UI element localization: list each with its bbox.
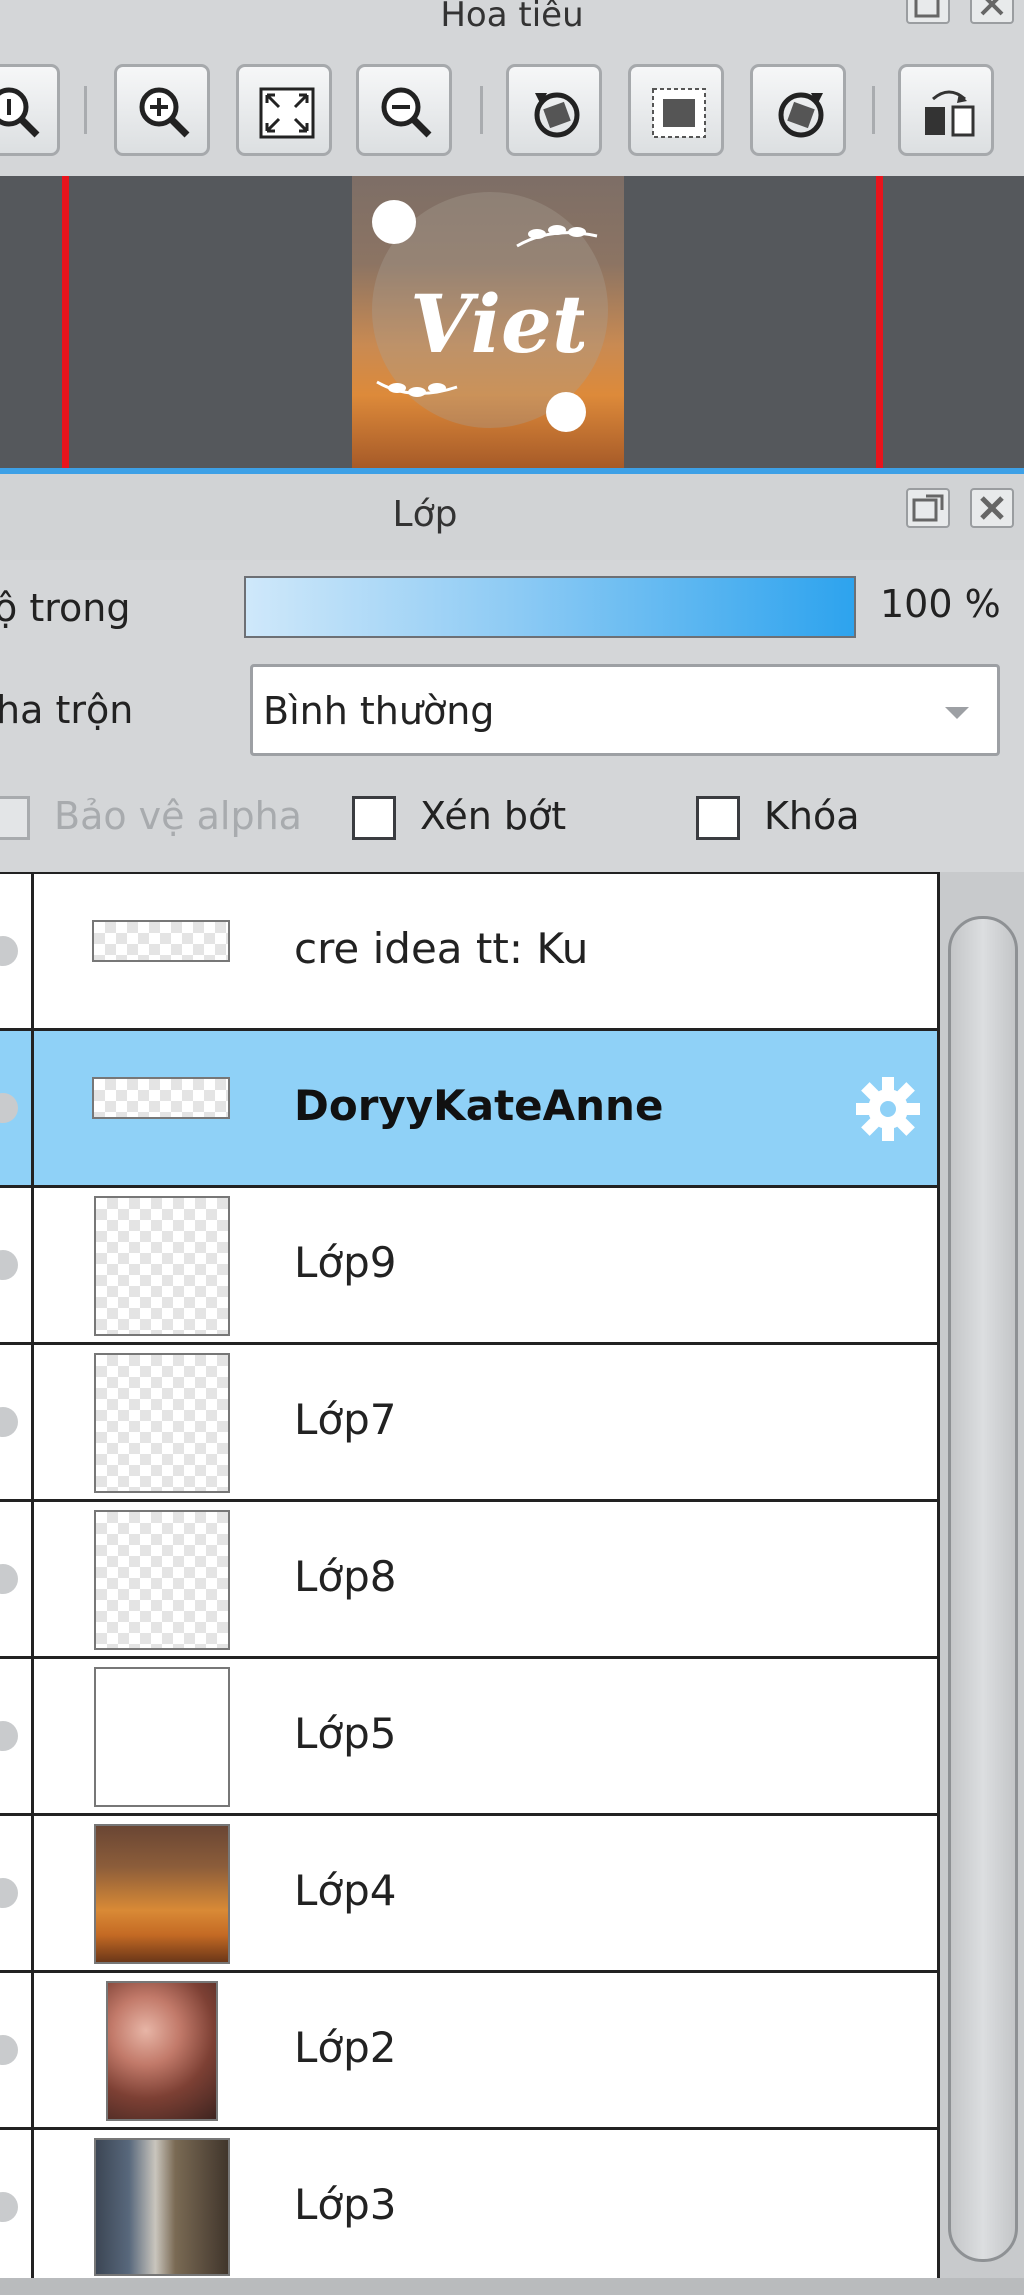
clipping-checkbox[interactable] (352, 796, 396, 840)
eye-icon (0, 1721, 18, 1751)
navigator-title: Hoa tiêu (440, 0, 584, 30)
layer-name: DoryyKateAnne (294, 1081, 664, 1130)
layer-name: Lớp4 (294, 1866, 397, 1915)
layer-thumbnail (106, 1981, 218, 2121)
visibility-toggle[interactable] (0, 1502, 34, 1656)
opacity-slider[interactable] (244, 576, 856, 638)
layer-row[interactable]: Lớp9 (0, 1188, 937, 1345)
layer-thumbnail (94, 1196, 230, 1336)
eye-icon (0, 1093, 18, 1123)
layer-panel-header: Lớp (0, 474, 1024, 560)
layer-row[interactable]: Lớp4 (0, 1816, 937, 1973)
flip-horizontal-button[interactable] (898, 64, 994, 156)
eye-icon (0, 2192, 18, 2222)
opacity-value: 100 % (880, 582, 1001, 626)
layer-panel-title: Lớp (392, 494, 458, 535)
blend-mode-select[interactable]: Bình thường (250, 664, 1000, 756)
close-icon (980, 0, 1004, 16)
layer-thumbnail (94, 2138, 230, 2276)
layer-row[interactable]: cre idea tt: Ku (0, 874, 937, 1031)
opacity-label: ộ trong (0, 586, 131, 630)
eye-icon (0, 1878, 18, 1908)
leaf-ornament-icon (516, 225, 598, 248)
visibility-toggle[interactable] (0, 1031, 34, 1185)
layer-name: cre idea tt: Ku (294, 924, 589, 973)
canvas-thumbnail: Viet (352, 176, 624, 468)
layer-thumbnail (94, 1353, 230, 1493)
navigator-preview[interactable]: Viet (0, 176, 1024, 468)
blend-mode-label: ha trộn (0, 688, 134, 732)
eye-icon (0, 936, 18, 966)
layer-controls: ộ trong 100 % ha trộn Bình thường Bảo vệ… (0, 560, 1024, 860)
zoom-actual-icon (0, 87, 40, 138)
navigator-close-button[interactable] (970, 0, 1014, 24)
layer-name: Lớp5 (294, 1709, 397, 1758)
lock-label: Khóa (764, 794, 860, 838)
navigator-toolbar (0, 30, 1024, 175)
layer-float-button[interactable] (906, 488, 950, 528)
layer-row[interactable]: Lớp7 (0, 1345, 937, 1502)
flip-horizontal-icon (925, 90, 975, 137)
eye-icon (0, 1564, 18, 1594)
zoom-in-icon (139, 87, 190, 138)
rotate-left-button[interactable] (506, 64, 602, 156)
visibility-toggle[interactable] (0, 1659, 34, 1813)
chevron-down-icon (945, 707, 969, 719)
rotate-right-icon (778, 92, 824, 138)
zoom-out-button[interactable] (356, 64, 452, 156)
blend-mode-value: Bình thường (263, 689, 495, 733)
reset-rotation-icon (652, 88, 706, 138)
visibility-toggle[interactable] (0, 1816, 34, 1970)
close-icon (980, 496, 1004, 520)
layer-name: Lớp2 (294, 2023, 397, 2072)
rotate-right-button[interactable] (750, 64, 846, 156)
reset-rotation-button[interactable] (628, 64, 724, 156)
float-panel-icon (914, 0, 940, 18)
layer-name: Lớp3 (294, 2180, 397, 2229)
layer-thumbnail (94, 1510, 230, 1650)
layer-row[interactable]: Lớp8 (0, 1502, 937, 1659)
lock-checkbox[interactable] (696, 796, 740, 840)
rotate-left-icon (534, 92, 580, 138)
protect-alpha-label: Bảo vệ alpha (54, 794, 302, 838)
layer-thumbnail (92, 920, 230, 962)
layer-row[interactable]: Lớp2 (0, 1973, 937, 2130)
view-boundary-right (876, 176, 883, 468)
zoom-in-button[interactable] (114, 64, 210, 156)
layer-row-selected[interactable]: DoryyKateAnne (0, 1031, 937, 1188)
fit-to-window-button[interactable] (236, 64, 332, 156)
zoom-actual-button[interactable] (0, 64, 60, 156)
visibility-toggle[interactable] (0, 874, 34, 1028)
view-boundary-left (62, 176, 69, 468)
layer-thumbnail (94, 1824, 230, 1964)
svg-text:Viet: Viet (410, 277, 584, 371)
layer-close-button[interactable] (970, 488, 1014, 528)
float-panel-icon (912, 494, 944, 522)
zoom-out-icon (381, 87, 432, 138)
layer-list: cre idea tt: Ku DoryyKateAnne Lớp9 Lớp7 … (0, 872, 940, 2280)
layer-row[interactable]: Lớp3 (0, 2130, 937, 2280)
layer-row[interactable]: Lớp5 (0, 1659, 937, 1816)
layer-thumbnail (92, 1077, 230, 1119)
panel-bottom-edge (0, 2278, 1024, 2295)
fit-to-window-icon (259, 87, 315, 139)
visibility-toggle[interactable] (0, 1973, 34, 2127)
protect-alpha-checkbox[interactable] (0, 796, 30, 840)
eye-icon (0, 1250, 18, 1280)
visibility-toggle[interactable] (0, 1345, 34, 1499)
layer-name: Lớp7 (294, 1395, 397, 1444)
clipping-label: Xén bớt (420, 794, 567, 838)
gear-icon[interactable] (852, 1073, 924, 1145)
scrollbar-thumb[interactable] (948, 916, 1018, 2262)
layer-thumbnail (94, 1667, 230, 1807)
preview-lettering: Viet (410, 277, 589, 371)
visibility-toggle[interactable] (0, 1188, 34, 1342)
eye-icon (0, 2035, 18, 2065)
eye-icon (0, 1407, 18, 1437)
navigator-float-button[interactable] (906, 0, 950, 24)
layer-name: Lớp9 (294, 1238, 397, 1287)
layer-list-scrollbar[interactable] (940, 872, 1024, 2278)
visibility-toggle[interactable] (0, 2130, 34, 2280)
layer-name: Lớp8 (294, 1552, 397, 1601)
